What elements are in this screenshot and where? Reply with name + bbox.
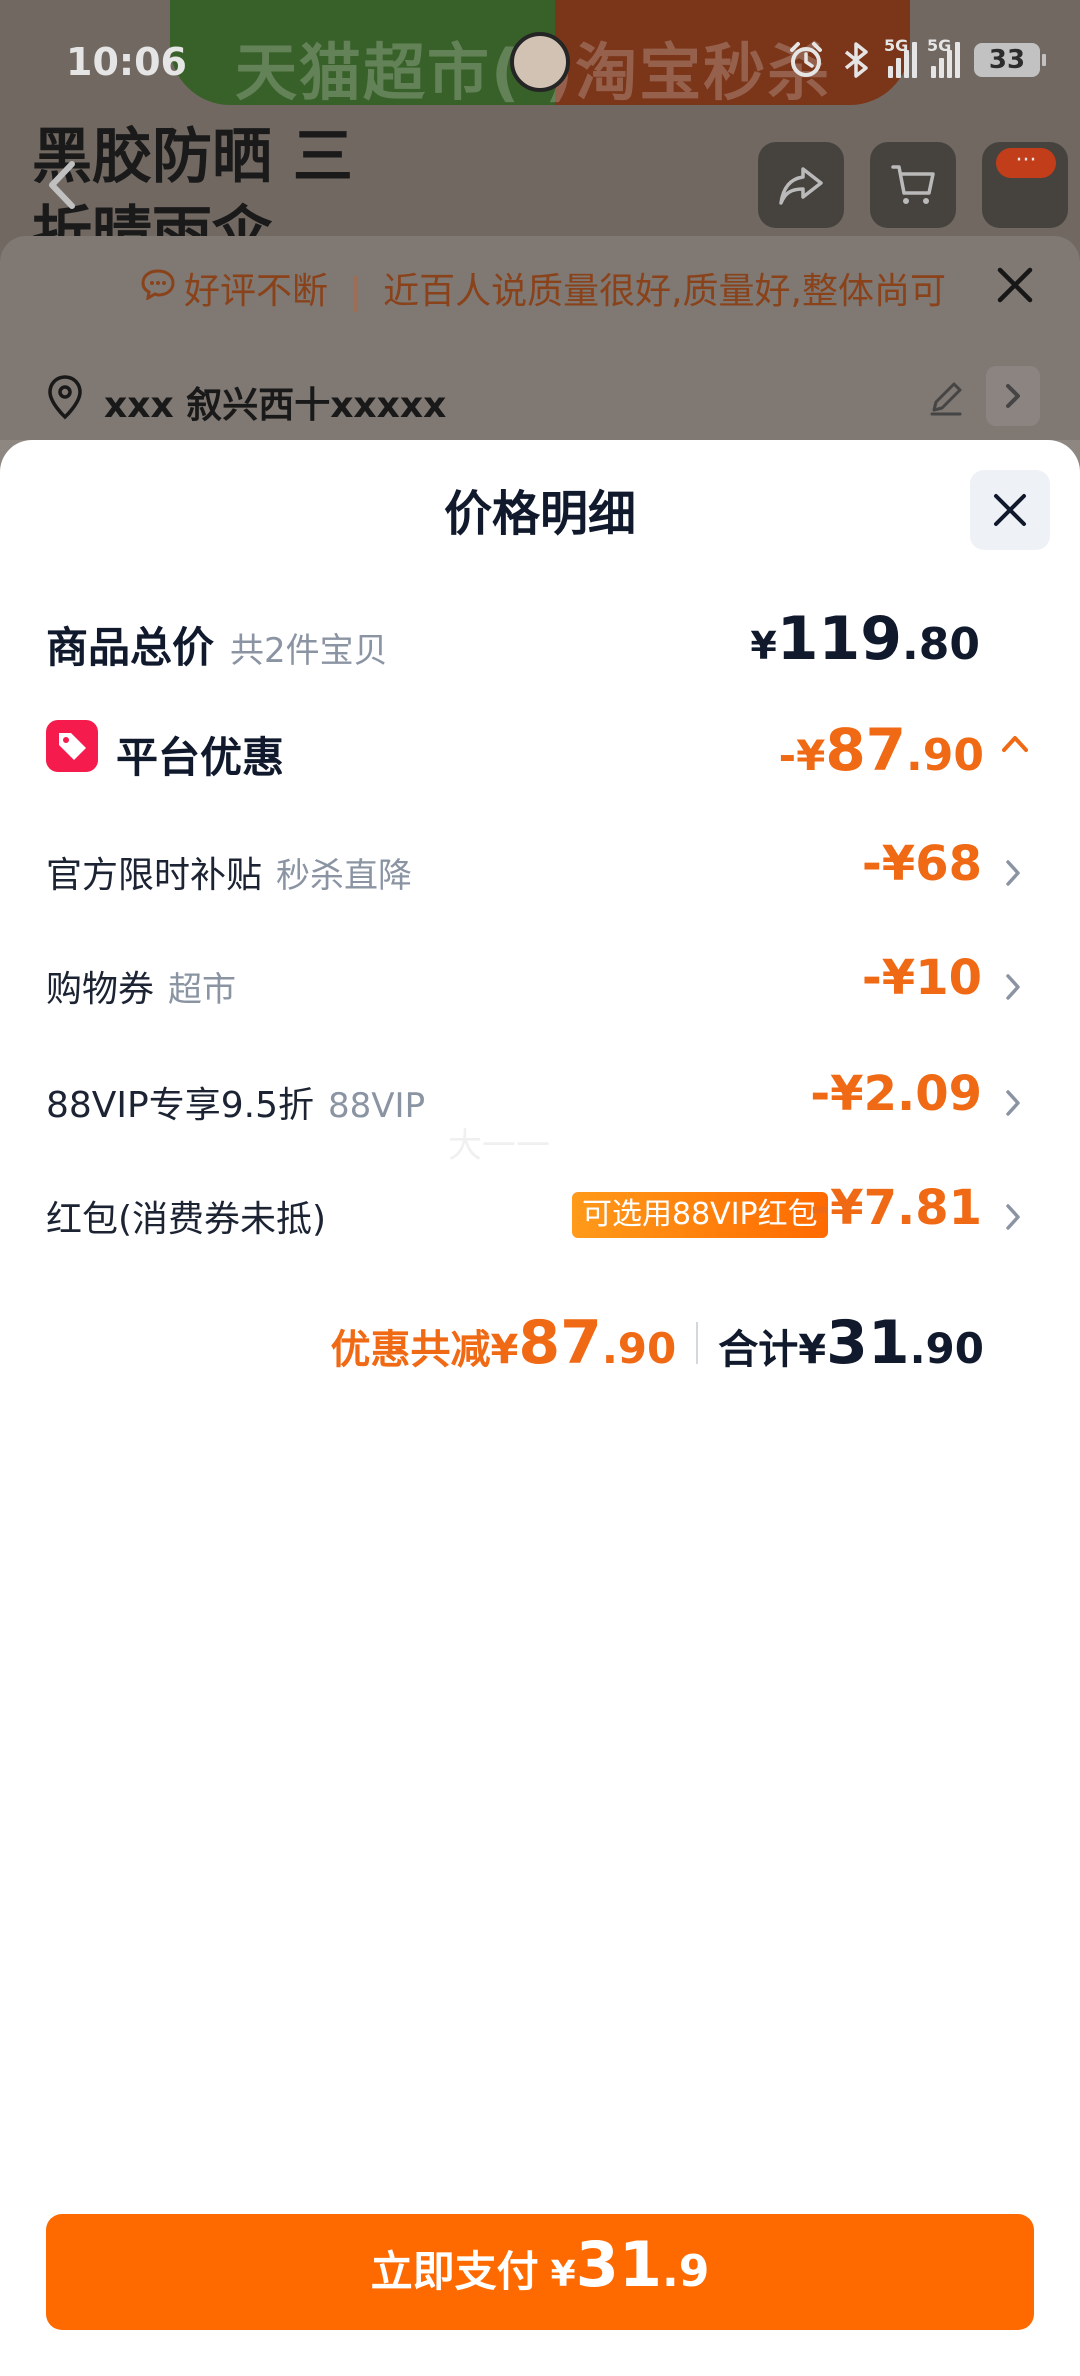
cart-button[interactable] bbox=[870, 142, 956, 228]
pay-amount-integer: 31 bbox=[575, 2228, 662, 2301]
review-summary: 好评不断 | 近百人说质量很好,质量好,整体尚可 bbox=[184, 262, 946, 314]
watermark: 大一一 bbox=[448, 1126, 550, 1166]
pay-button-label: 立即支付 bbox=[370, 2247, 539, 2296]
alarm-icon bbox=[790, 42, 822, 77]
discount-item-amount: -¥68 bbox=[861, 836, 982, 892]
chevron-right-icon[interactable] bbox=[1000, 1086, 1026, 1120]
chevron-right-icon[interactable] bbox=[1000, 1200, 1026, 1234]
status-time: 10:06 bbox=[66, 40, 187, 84]
discount-item-row[interactable]: 购物券 超市 -¥10 bbox=[0, 950, 1080, 1020]
discount-item-amount: -¥2.09 bbox=[810, 1066, 982, 1122]
signal-5g-label: 5G bbox=[927, 36, 952, 55]
discount-item-label-group: 官方限时补贴 秒杀直降 bbox=[46, 846, 412, 898]
amount-decimal: .80 bbox=[902, 619, 980, 670]
goods-total-label: 商品总价 bbox=[46, 623, 215, 672]
share-button[interactable] bbox=[758, 142, 844, 228]
currency-symbol: ¥ bbox=[798, 1327, 827, 1373]
close-icon bbox=[994, 494, 1026, 526]
review-tag: 好评不断 bbox=[184, 271, 329, 312]
price-tag-icon bbox=[46, 720, 98, 772]
price-detail-sheet: 价格明细 商品总价 共2件宝贝 ¥119.80 平台优惠 -¥87.90 官方限… bbox=[0, 440, 1080, 2376]
chevron-right-icon bbox=[1006, 384, 1020, 408]
sheet-title: 价格明细 bbox=[443, 486, 636, 542]
back-icon[interactable] bbox=[28, 150, 98, 220]
address-chevron-button[interactable] bbox=[986, 366, 1040, 426]
discount-item-row[interactable]: 红包(消费券未抵) 可选用88VIP红包 -¥7.81 bbox=[0, 1180, 1080, 1250]
avatar bbox=[510, 32, 570, 92]
currency-symbol: ¥ bbox=[750, 624, 777, 668]
goods-total-amount: ¥119.80 bbox=[750, 604, 980, 674]
address-text[interactable]: xxx 叙兴西十xxxxx bbox=[104, 376, 446, 428]
signal-icon: 5G bbox=[884, 36, 917, 78]
discount-item-sub: 超市 bbox=[168, 970, 237, 1010]
summary-divider bbox=[696, 1322, 699, 1364]
chevron-right-icon[interactable] bbox=[1000, 970, 1026, 1004]
status-bar: 10:06 5G 5G 33 bbox=[0, 0, 1080, 130]
chevron-up-icon[interactable] bbox=[1000, 732, 1030, 754]
goods-count: 共2件宝贝 bbox=[230, 631, 388, 671]
amount-integer: 119 bbox=[776, 604, 903, 674]
platform-discount-label: 平台优惠 bbox=[116, 733, 285, 782]
close-button[interactable] bbox=[970, 470, 1050, 550]
cart-icon bbox=[891, 165, 935, 204]
price-summary: 优惠共减 ¥ 87 .90 合计 ¥ 31 .90 bbox=[331, 1308, 985, 1378]
discount-total-decimal: .90 bbox=[601, 1324, 677, 1373]
chevron-right-icon[interactable] bbox=[1000, 856, 1026, 890]
discount-item-amount: -¥10 bbox=[861, 950, 982, 1006]
grand-total-label: 合计 bbox=[718, 1327, 799, 1373]
discount-item-label: 88VIP专享9.5折 bbox=[46, 1085, 315, 1126]
discount-item-label: 购物券 bbox=[46, 969, 155, 1010]
amount-decimal: .90 bbox=[906, 730, 984, 781]
close-icon[interactable] bbox=[992, 262, 1038, 308]
currency-symbol: ¥ bbox=[490, 1327, 519, 1373]
signal-icon: 5G bbox=[927, 36, 960, 78]
grand-total-integer: 31 bbox=[826, 1308, 910, 1378]
platform-discount-amount: -¥87.90 bbox=[779, 716, 984, 784]
discount-item-sub: 88VIP bbox=[328, 1086, 426, 1126]
location-pin-icon bbox=[48, 375, 82, 420]
platform-discount-row[interactable]: 平台优惠 -¥87.90 bbox=[0, 716, 1080, 796]
review-divider: | bbox=[349, 271, 362, 312]
discount-item-sub: 秒杀直降 bbox=[276, 856, 413, 896]
message-badge: ··· bbox=[996, 148, 1056, 178]
discount-item-label-group: 88VIP专享9.5折 88VIP bbox=[46, 1076, 425, 1128]
pay-now-button[interactable]: 立即支付 ¥ 31 .9 bbox=[46, 2214, 1034, 2330]
status-icons: 5G 5G 33 bbox=[786, 36, 1046, 80]
grand-total-decimal: .90 bbox=[909, 1324, 984, 1373]
discount-item-amount: -¥7.81 bbox=[810, 1180, 982, 1236]
review-text: 近百人说质量很好,质量好,整体尚可 bbox=[383, 271, 946, 312]
discount-total-integer: 87 bbox=[518, 1308, 602, 1378]
pay-amount-decimal: .9 bbox=[662, 2246, 710, 2297]
amount-integer: 87 bbox=[825, 716, 907, 784]
goods-total-row: 商品总价 共2件宝贝 ¥119.80 bbox=[0, 604, 1080, 674]
discount-item-label: 红包(消费券未抵) bbox=[46, 1199, 327, 1240]
signal-5g-label: 5G bbox=[884, 36, 909, 55]
vip-red-packet-badge[interactable]: 可选用88VIP红包 bbox=[572, 1192, 828, 1238]
discount-item-label-group: 购物券 超市 bbox=[46, 960, 236, 1012]
chat-bubble-icon bbox=[141, 269, 175, 300]
discount-total-label: 优惠共减 bbox=[330, 1327, 491, 1373]
currency-symbol: ¥ bbox=[550, 2254, 576, 2295]
goods-total-label-group: 商品总价 共2件宝贝 bbox=[46, 614, 388, 675]
discount-item-row[interactable]: 官方限时补贴 秒杀直降 -¥68 bbox=[0, 836, 1080, 906]
currency-prefix: -¥ bbox=[778, 731, 826, 780]
discount-item-label: 官方限时补贴 bbox=[46, 855, 263, 896]
edit-icon[interactable] bbox=[926, 378, 966, 418]
battery-icon: 33 bbox=[974, 43, 1046, 77]
bluetooth-icon bbox=[844, 42, 868, 78]
share-icon bbox=[779, 167, 823, 205]
